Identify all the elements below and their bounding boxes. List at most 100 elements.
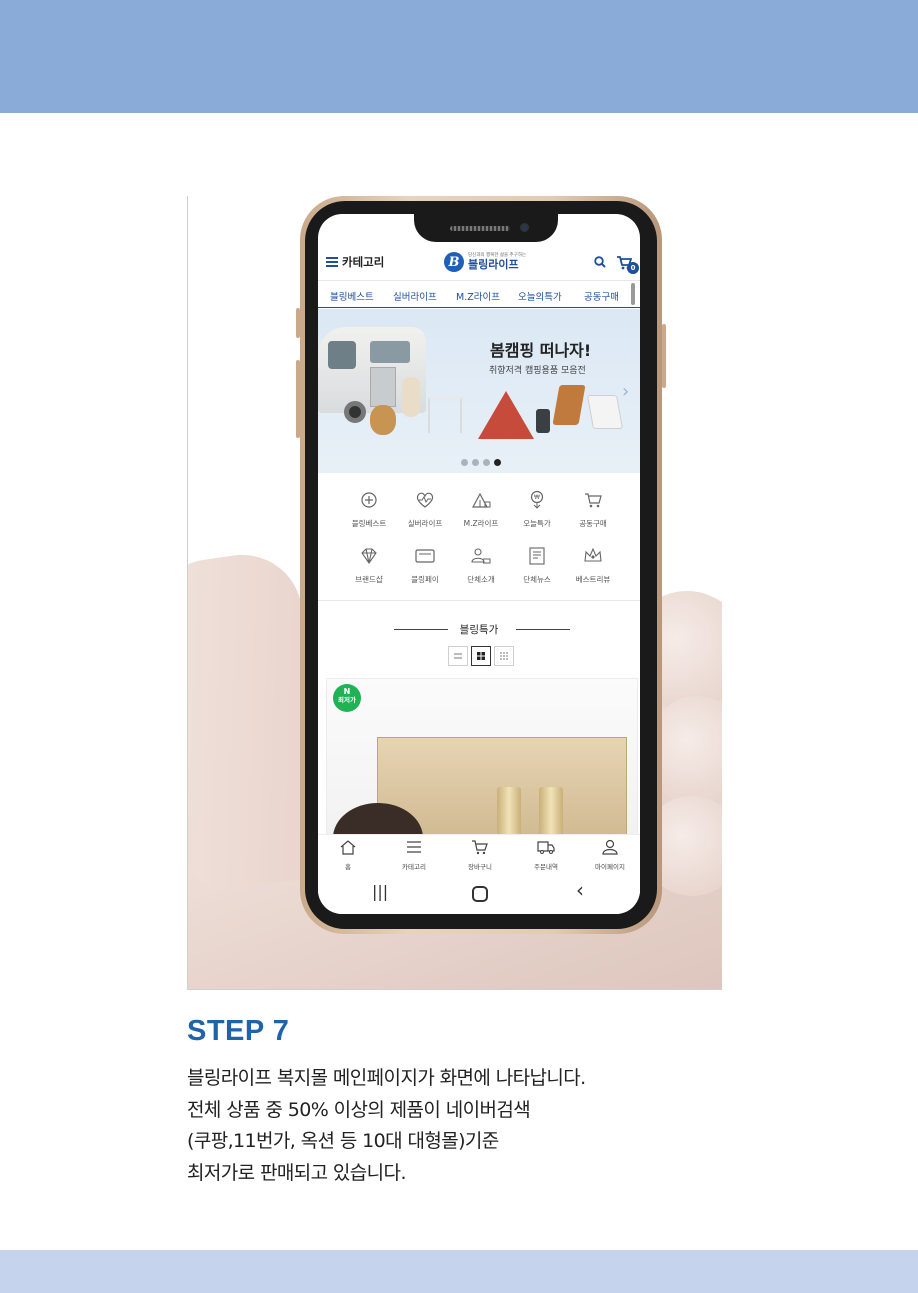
caravan-wheel xyxy=(344,401,366,423)
view-toggle-group xyxy=(448,646,514,666)
tab-silver-life[interactable]: 실버라이프 xyxy=(393,289,437,303)
category-best-review[interactable]: 베스트리뷰 xyxy=(564,546,622,585)
speaker-grille xyxy=(450,226,510,231)
logo-name: 블링라이프 xyxy=(468,257,519,271)
category-today-deal[interactable]: ₩ 오늘특가 xyxy=(508,490,566,529)
grid-small-view-icon xyxy=(500,652,508,660)
bottom-nav-mypage[interactable]: 마이페이지 xyxy=(582,839,638,871)
step-description-line: 블링라이프 복지몰 메인페이지가 화면에 나타납니다. xyxy=(187,1067,586,1089)
news-icon xyxy=(529,547,545,565)
person-illustration xyxy=(402,377,420,417)
truck-icon xyxy=(537,841,555,854)
camping-icon xyxy=(471,492,491,508)
step-description: 블링라이프 복지몰 메인페이지가 화면에 나타납니다. 전체 상품 중 50% … xyxy=(187,1063,747,1189)
banner-title: 봄캠핑 떠나자! xyxy=(490,341,592,360)
hamburger-icon xyxy=(326,257,338,267)
blinglife-logo[interactable]: B 당신과의 행복한 삶을 추구하는 블링라이프 xyxy=(444,252,526,272)
pagination-dot[interactable] xyxy=(472,459,479,466)
phone-side-button xyxy=(296,308,300,338)
category-menu-button[interactable]: 카테고리 xyxy=(326,254,384,270)
category-bling-best[interactable]: 블링베스트 xyxy=(340,490,398,529)
tab-today-deal[interactable]: 오늘의특가 xyxy=(518,289,562,303)
chevron-right-icon[interactable]: › xyxy=(622,381,629,402)
crown-icon xyxy=(584,547,602,562)
category-grid: 블링베스트 실버라이프 M.Z라이프 ₩ 오늘특가 공동구매 브랜드샵 블링페이 xyxy=(318,484,640,596)
category-menu-label: 카테고리 xyxy=(342,255,385,269)
front-camera xyxy=(520,223,529,232)
home-button[interactable] xyxy=(472,886,488,902)
product-bottle xyxy=(497,787,521,835)
phone-side-button xyxy=(296,360,300,438)
header-band xyxy=(0,0,918,113)
app-header: 카테고리 B 당신과의 행복한 삶을 추구하는 블링라이프 0 xyxy=(318,250,640,278)
step-description-line: (쿠팡,11번가, 옥션 등 10대 대형몰)기준 xyxy=(187,1130,499,1152)
promo-banner[interactable]: 봄캠핑 떠나자! 취향저격 캠핑용품 모음전 › xyxy=(318,309,640,473)
dog-illustration xyxy=(370,405,396,435)
lantern-illustration xyxy=(536,409,550,433)
camping-chair-illustration xyxy=(587,395,623,429)
bottom-nav-home[interactable]: 홈 xyxy=(320,839,376,871)
photo-border-bottom xyxy=(187,989,722,990)
section-divider xyxy=(318,600,640,601)
bottom-nav-orders[interactable]: 주문내역 xyxy=(518,839,574,871)
cart-icon xyxy=(585,493,602,508)
category-tab-bar: 블링베스트 실버라이프 M.Z라이프 오늘의특가 공동구매 xyxy=(318,280,640,308)
svg-text:₩: ₩ xyxy=(534,494,540,501)
phone-notch xyxy=(414,214,558,242)
home-icon xyxy=(340,840,356,855)
phone-screen: 카테고리 B 당신과의 행복한 삶을 추구하는 블링라이프 0 블링베스트 실버… xyxy=(318,214,640,914)
category-group-buy[interactable]: 공동구매 xyxy=(564,490,622,529)
back-button[interactable]: ‹ xyxy=(576,878,584,902)
category-mz-life[interactable]: M.Z라이프 xyxy=(452,490,510,529)
pagination-dot-active[interactable] xyxy=(494,459,501,466)
menu-icon xyxy=(407,841,421,853)
camping-table-illustration xyxy=(428,397,462,433)
tab-group-buy[interactable]: 공동구매 xyxy=(584,289,619,303)
category-bling-pay[interactable]: 블링페이 xyxy=(396,546,454,585)
diamond-icon xyxy=(361,548,377,564)
tab-bling-best[interactable]: 블링베스트 xyxy=(330,289,374,303)
cart-count-badge: 0 xyxy=(627,262,639,274)
banner-pagination xyxy=(461,459,501,466)
logo-mark-icon: B xyxy=(444,252,464,272)
cart-icon xyxy=(472,840,488,855)
recent-apps-button[interactable]: ||| xyxy=(372,882,388,901)
footer-band xyxy=(0,1250,918,1293)
grid-view-icon xyxy=(477,652,485,660)
photo-border-left xyxy=(187,196,188,990)
search-icon[interactable] xyxy=(594,256,606,268)
step-description-line: 최저가로 판매되고 있습니다. xyxy=(187,1161,406,1184)
bottom-nav-category[interactable]: 카테고리 xyxy=(386,839,442,871)
tab-mz-life[interactable]: M.Z라이프 xyxy=(456,289,500,303)
banner-subtitle: 취향저격 캠핑용품 모음전 xyxy=(489,366,586,376)
title-rule-right xyxy=(516,629,570,630)
product-card[interactable]: N 최저가 xyxy=(326,678,638,836)
category-brand-shop[interactable]: 브랜드샵 xyxy=(340,546,398,585)
pagination-dot[interactable] xyxy=(461,459,468,466)
list-view-icon xyxy=(454,653,462,659)
category-silver-life[interactable]: 실버라이프 xyxy=(396,490,454,529)
grid-view-button[interactable] xyxy=(471,646,491,666)
bottom-navigation: 홈 카테고리 장바구니 주문내역 마이페이지 xyxy=(318,834,640,872)
pagination-dot[interactable] xyxy=(483,459,490,466)
deal-section-title: 블링특가 xyxy=(459,624,499,636)
camping-chair-illustration xyxy=(552,385,586,425)
heartbeat-icon xyxy=(416,492,434,508)
bottom-nav-cart[interactable]: 장바구니 xyxy=(452,839,508,871)
product-bottle xyxy=(539,787,563,835)
category-group-intro[interactable]: 단체소개 xyxy=(452,546,510,585)
tab-scrollbar[interactable] xyxy=(631,283,635,305)
lowest-price-badge: N 최저가 xyxy=(333,684,361,712)
small-grid-view-button[interactable] xyxy=(494,646,514,666)
android-system-nav: ||| ‹ xyxy=(318,874,640,914)
category-group-news[interactable]: 단체뉴스 xyxy=(508,546,566,585)
user-icon xyxy=(602,839,618,855)
tent-illustration xyxy=(478,391,534,439)
step-description-line: 전체 상품 중 50% 이상의 제품이 네이버검색 xyxy=(187,1098,531,1121)
group-icon xyxy=(471,548,491,564)
card-icon xyxy=(415,549,435,563)
list-view-button[interactable] xyxy=(448,646,468,666)
coin-tag-icon: ₩ xyxy=(530,490,544,509)
gift-icon xyxy=(361,492,377,508)
phone-side-button xyxy=(662,324,666,388)
